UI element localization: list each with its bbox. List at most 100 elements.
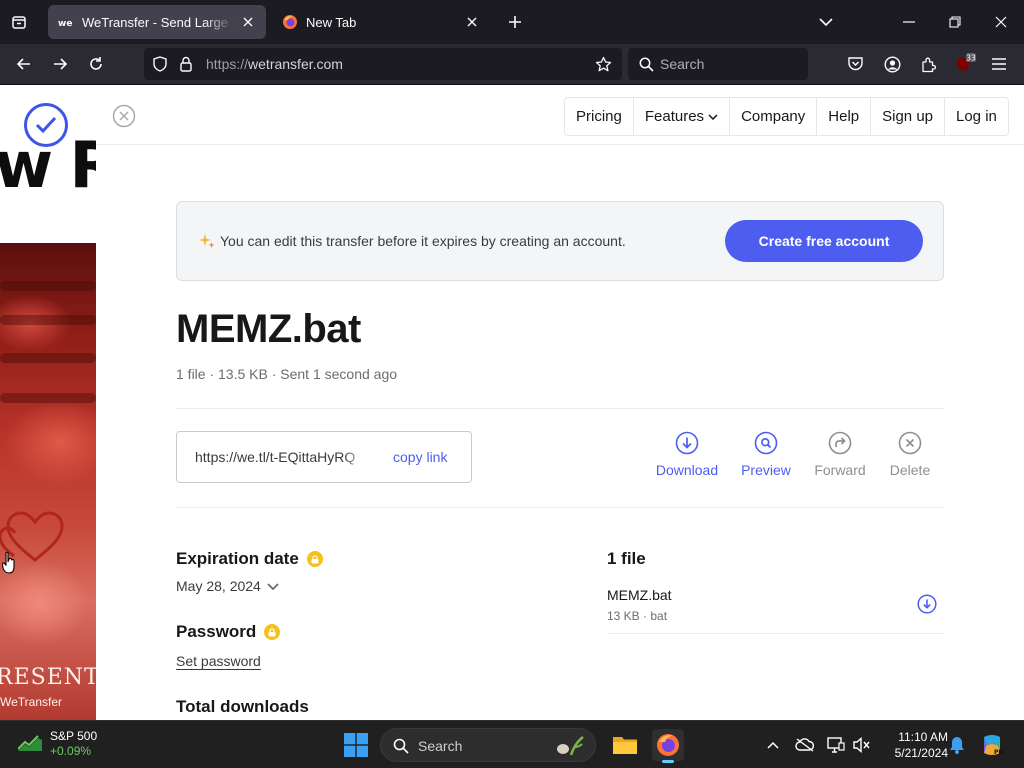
tab-close-icon[interactable] bbox=[464, 14, 480, 30]
chevron-down-icon bbox=[708, 113, 718, 120]
create-account-button[interactable]: Create free account bbox=[725, 220, 923, 262]
new-tab-button[interactable] bbox=[502, 9, 528, 35]
nav-pricing[interactable]: Pricing bbox=[565, 98, 634, 135]
files-heading: 1 file bbox=[607, 549, 646, 569]
reload-icon bbox=[90, 57, 102, 70]
transfer-meta: 1 file · 13.5 KB · Sent 1 second ago bbox=[176, 366, 398, 382]
url-text[interactable]: https://wetransfer.com bbox=[206, 56, 343, 72]
delete-button[interactable]: Delete bbox=[870, 431, 950, 483]
list-all-tabs-button[interactable] bbox=[811, 7, 841, 37]
expiration-heading: Expiration date bbox=[176, 549, 323, 569]
minimize-button[interactable] bbox=[894, 7, 924, 37]
address-bar[interactable]: https://wetransfer.com bbox=[144, 48, 622, 80]
clock-date: 5/21/2024 bbox=[894, 746, 948, 760]
nav-label: Pricing bbox=[576, 108, 622, 125]
file-list-item[interactable]: MEMZ.bat 13 KB · bat bbox=[607, 583, 944, 634]
pocket-icon[interactable] bbox=[846, 55, 864, 73]
firefox-taskbar-button[interactable] bbox=[652, 729, 684, 763]
plus-icon bbox=[509, 16, 521, 28]
nav-sign-up[interactable]: Sign up bbox=[871, 98, 945, 135]
password-heading: Password bbox=[176, 622, 281, 642]
share-link[interactable]: https://we.tl/t-EQittaHyRQ bbox=[195, 449, 369, 465]
restore-icon bbox=[949, 16, 961, 28]
copy-link-button[interactable]: copy link bbox=[393, 449, 447, 465]
back-button[interactable] bbox=[10, 50, 38, 78]
forward-button[interactable]: Forward bbox=[800, 431, 880, 483]
browser-search-bar[interactable]: Search bbox=[628, 48, 808, 80]
browser-toolbar: https://wetransfer.com Search 33 bbox=[0, 44, 1024, 85]
nav-label: Sign up bbox=[882, 108, 933, 125]
shield-icon[interactable] bbox=[152, 56, 168, 72]
tab-wetransfer[interactable]: we WeTransfer - Send Large Files & Share… bbox=[48, 5, 266, 39]
download-button[interactable]: Download bbox=[647, 431, 727, 483]
taskbar-search-placeholder: Search bbox=[418, 738, 463, 754]
expiration-dropdown[interactable]: May 28, 2024 bbox=[176, 578, 279, 594]
set-password-link[interactable]: Set password bbox=[176, 653, 261, 669]
close-circle-icon bbox=[112, 104, 136, 128]
file-explorer-button[interactable] bbox=[609, 729, 641, 761]
panel-close-button[interactable] bbox=[112, 104, 136, 128]
tab-list-button[interactable] bbox=[6, 9, 32, 35]
window-close-button[interactable] bbox=[986, 7, 1016, 37]
transfer-title: MEMZ.bat bbox=[176, 307, 361, 351]
nav-label: Company bbox=[741, 108, 806, 125]
star-icon[interactable] bbox=[594, 55, 612, 73]
wetransfer-favicon: we bbox=[58, 14, 74, 30]
windows-start-icon[interactable] bbox=[344, 733, 368, 757]
lock-badge-icon[interactable] bbox=[264, 624, 281, 640]
lock-badge-icon[interactable] bbox=[306, 551, 323, 567]
restore-button[interactable] bbox=[940, 7, 970, 37]
search-highlight-icon bbox=[557, 736, 584, 756]
tab-close-icon[interactable] bbox=[240, 14, 256, 30]
action-label: Forward bbox=[814, 462, 866, 478]
tray-overflow-button[interactable] bbox=[763, 735, 783, 755]
share-link-box: https://we.tl/t-EQittaHyRQ copy link bbox=[176, 431, 472, 483]
stock-widget[interactable]: S&P 500 +0.09% bbox=[18, 729, 97, 759]
tab-title: New Tab bbox=[306, 14, 357, 30]
total-downloads-label: Total downloads bbox=[176, 697, 309, 716]
nav-help[interactable]: Help bbox=[817, 98, 872, 135]
clock-time: 11:10 AM bbox=[898, 730, 948, 744]
extension-badge-count: 33 bbox=[966, 54, 976, 63]
copilot-button[interactable]: PRE bbox=[980, 735, 1004, 756]
forward-nav-button[interactable] bbox=[46, 50, 74, 78]
tab-new-tab[interactable]: New Tab bbox=[272, 5, 490, 39]
notifications-button[interactable] bbox=[947, 735, 967, 755]
action-label: Download bbox=[655, 462, 719, 478]
firefox-icon bbox=[282, 14, 298, 30]
mouse-cursor-icon bbox=[2, 551, 15, 574]
tab-title: WeTransfer - Send Large Files & Share Ph… bbox=[82, 14, 234, 30]
background-photo bbox=[0, 243, 96, 720]
forward-icon bbox=[828, 431, 852, 455]
system-clock[interactable]: 11:10 AM 5/21/2024 bbox=[878, 729, 948, 761]
active-app-indicator bbox=[662, 760, 674, 763]
url-host: wetransfer.com bbox=[248, 56, 343, 72]
nav-features[interactable]: Features bbox=[634, 98, 731, 135]
firefox-icon bbox=[657, 734, 679, 756]
nav-log-in[interactable]: Log in bbox=[945, 98, 1008, 135]
ublock-icon[interactable]: 33 bbox=[953, 53, 977, 75]
arrow-left-icon bbox=[16, 58, 30, 70]
divider bbox=[96, 144, 1024, 145]
volume-button[interactable] bbox=[852, 735, 872, 755]
taskbar-search[interactable]: Search bbox=[380, 728, 596, 762]
nav-label: Features bbox=[644, 108, 705, 125]
hamburger-menu-icon[interactable] bbox=[990, 55, 1008, 73]
nav-company[interactable]: Company bbox=[730, 98, 818, 135]
lock-icon[interactable] bbox=[178, 55, 194, 73]
action-label: Preview bbox=[741, 462, 791, 478]
onedrive-button[interactable] bbox=[795, 735, 815, 755]
preview-button[interactable]: Preview bbox=[726, 431, 806, 483]
arrow-right-icon bbox=[54, 58, 68, 70]
file-download-icon[interactable] bbox=[917, 594, 937, 614]
chevron-down-icon bbox=[819, 18, 833, 26]
extensions-icon[interactable] bbox=[919, 55, 937, 73]
file-meta: 13 KB · bat bbox=[607, 609, 668, 623]
bell-icon bbox=[950, 737, 964, 754]
svg-text:PRE: PRE bbox=[994, 749, 1004, 756]
display-button[interactable] bbox=[826, 735, 846, 755]
url-scheme: https:// bbox=[206, 56, 249, 72]
stock-trend-icon bbox=[18, 735, 42, 751]
reload-button[interactable] bbox=[82, 50, 110, 78]
account-icon[interactable] bbox=[883, 55, 901, 73]
